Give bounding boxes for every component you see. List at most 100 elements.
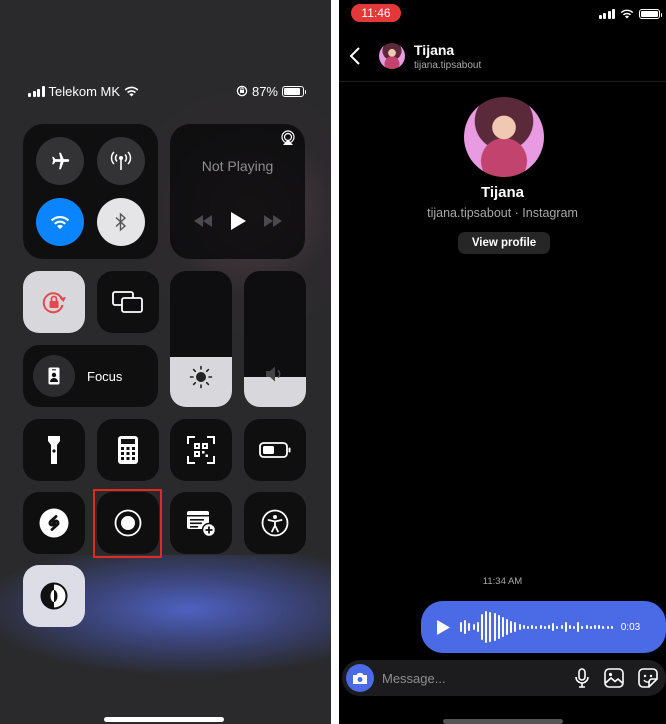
flashlight-icon (48, 436, 60, 464)
media-title: Not Playing (201, 158, 274, 174)
wifi-toggle[interactable] (36, 198, 84, 246)
accessibility-shortcut-button[interactable] (244, 492, 306, 554)
chat-header: Tijana tijana.tipsabout (339, 38, 666, 82)
rewind-icon[interactable] (193, 215, 213, 227)
waveform-bar (602, 625, 605, 629)
header-username[interactable]: tijana.tipsabout (414, 60, 481, 71)
now-playing-panel[interactable]: Not Playing (170, 124, 305, 259)
waveform-bar (527, 625, 529, 629)
airplane-icon (52, 152, 70, 170)
airplay-icon[interactable] (280, 130, 296, 146)
dark-mode-icon (40, 582, 68, 610)
waveform-bar (547, 625, 550, 629)
waveform-bar (522, 625, 525, 629)
sun-icon (189, 365, 213, 389)
shazam-button[interactable] (23, 492, 85, 554)
focus-badge-icon (48, 367, 60, 385)
wifi-icon (124, 86, 139, 96)
orientation-lock-icon (42, 292, 66, 314)
carrier-name: Telekom MK (48, 83, 121, 99)
waveform-bar (543, 625, 546, 629)
waveform-bar (506, 619, 509, 635)
camera-button[interactable] (346, 664, 374, 692)
volume-slider[interactable] (244, 271, 306, 407)
instagram-chat: 11:46 Tijana tijana.tipsabout Tijana tij… (339, 0, 666, 724)
camera-icon (353, 672, 367, 684)
qr-scanner-icon (187, 436, 215, 464)
bluetooth-toggle[interactable] (97, 198, 145, 246)
low-power-mode-button[interactable] (244, 419, 306, 481)
waveform[interactable] (460, 607, 613, 647)
waveform-bar (518, 624, 521, 630)
wifi-icon (50, 215, 70, 229)
back-arrow-icon[interactable] (349, 46, 361, 66)
wifi-icon (620, 9, 634, 19)
waveform-bar (476, 622, 479, 632)
quick-note-button[interactable] (170, 492, 232, 554)
calculator-icon (118, 436, 138, 464)
profile-subtitle: tijana.tipsabout · Instagram (427, 206, 578, 220)
waveform-bar (539, 625, 542, 629)
screen-mirroring-button[interactable] (97, 271, 159, 333)
waveform-bar (531, 625, 534, 629)
waveform-bar (480, 614, 483, 640)
brightness-slider[interactable] (170, 271, 232, 407)
waveform-bar (594, 625, 596, 629)
status-time: 11:46 (351, 4, 401, 22)
battery-icon (282, 85, 306, 97)
cellular-data-toggle[interactable] (97, 137, 145, 185)
focus-button[interactable]: Focus (23, 345, 158, 407)
waveform-bar (485, 611, 488, 643)
waveform-bar (598, 625, 601, 629)
waveform-bar (497, 615, 500, 639)
waveform-bar (568, 625, 571, 629)
waveform-bar (577, 622, 580, 632)
waveform-bar (460, 622, 462, 632)
connectivity-panel (23, 124, 158, 259)
waveform-bar (556, 625, 559, 629)
accessibility-icon (261, 509, 289, 537)
orientation-lock-toggle[interactable] (23, 271, 85, 333)
waveform-bar (489, 612, 492, 642)
waveform-bar (493, 613, 496, 641)
battery-percent: 87% (251, 83, 278, 99)
code-scanner-button[interactable] (170, 419, 232, 481)
control-center: Telekom MK 87% Not Playing Focus (0, 0, 331, 724)
header-avatar[interactable] (379, 43, 405, 69)
fast-forward-icon[interactable] (263, 215, 283, 227)
waveform-bar (464, 620, 467, 634)
view-profile-button[interactable]: View profile (458, 232, 550, 254)
header-name[interactable]: Tijana (414, 42, 454, 58)
waveform-bar (472, 624, 475, 630)
dark-mode-button[interactable] (23, 565, 85, 627)
bluetooth-icon (115, 212, 127, 232)
profile-avatar[interactable] (464, 97, 544, 177)
battery-icon (639, 8, 662, 19)
focus-label: Focus (87, 368, 123, 384)
play-icon[interactable] (230, 212, 246, 230)
home-indicator (443, 719, 563, 724)
shazam-icon (39, 508, 69, 538)
waveform-bar (535, 625, 538, 629)
voice-message[interactable]: 0:03 (421, 601, 666, 653)
gallery-icon[interactable] (604, 668, 624, 688)
screen-mirroring-icon (112, 291, 143, 313)
screen-recording-highlight (93, 489, 162, 558)
waveform-bar (585, 625, 588, 629)
waveform-bar (581, 625, 584, 629)
status-bar: Telekom MK 87% (28, 82, 306, 100)
waveform-bar (564, 622, 567, 632)
flashlight-button[interactable] (23, 419, 85, 481)
calculator-button[interactable] (97, 419, 159, 481)
waveform-bar (552, 623, 555, 631)
message-input[interactable] (382, 670, 552, 686)
play-icon[interactable] (437, 619, 450, 635)
waveform-bar (573, 625, 576, 629)
low-power-mode-icon (259, 442, 291, 458)
orientation-lock-icon (236, 85, 248, 97)
waveform-bar (606, 625, 609, 629)
microphone-icon[interactable] (574, 668, 590, 688)
sticker-icon[interactable] (638, 668, 658, 688)
airplane-mode-toggle[interactable] (36, 137, 84, 185)
signal-icon (28, 85, 45, 97)
